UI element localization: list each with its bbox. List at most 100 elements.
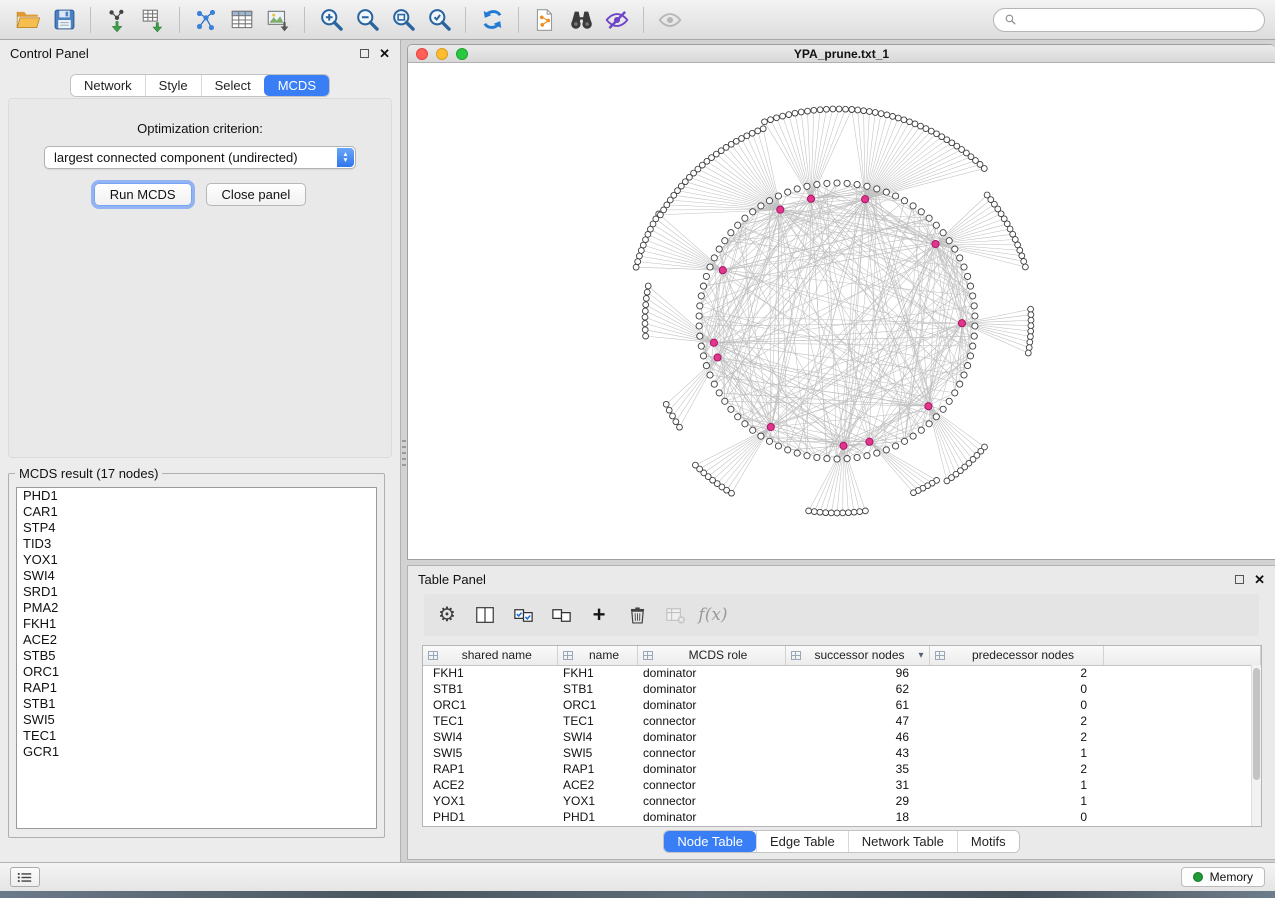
table-cell[interactable]: YOX1 — [423, 793, 557, 809]
table-row[interactable]: STB1STB1dominator620 — [423, 681, 1261, 697]
export-network-button[interactable] — [527, 4, 563, 36]
column-header-shared-name[interactable]: shared name — [423, 646, 557, 665]
column-header-predecessor-nodes[interactable]: predecessor nodes — [929, 646, 1103, 665]
table-cell[interactable]: 31 — [785, 777, 929, 793]
mcds-result-item[interactable]: STP4 — [17, 520, 376, 536]
table-cell[interactable]: 18 — [785, 809, 929, 825]
column-header-successor-nodes[interactable]: successor nodes▾ — [785, 646, 929, 665]
table-cell[interactable]: SWI5 — [423, 745, 557, 761]
table-cell[interactable]: ORC1 — [557, 697, 637, 713]
mcds-result-item[interactable]: SWI5 — [17, 712, 376, 728]
close-panel-button[interactable]: Close panel — [206, 183, 307, 206]
import-network-button[interactable] — [99, 4, 135, 36]
mcds-result-item[interactable]: ORC1 — [17, 664, 376, 680]
zoom-out-button[interactable] — [349, 4, 385, 36]
new-network-button[interactable] — [188, 4, 224, 36]
table-cell[interactable]: connector — [637, 777, 785, 793]
table-cell[interactable]: RAP1 — [423, 761, 557, 777]
table-scrollbar[interactable] — [1251, 665, 1261, 826]
table-row[interactable]: PHD1PHD1dominator180 — [423, 809, 1261, 825]
export-image-button[interactable] — [260, 4, 296, 36]
float-panel-icon[interactable] — [360, 49, 369, 58]
table-cell[interactable]: SWI4 — [557, 729, 637, 745]
mcds-result-item[interactable]: SWI4 — [17, 568, 376, 584]
mcds-result-item[interactable]: YOX1 — [17, 552, 376, 568]
table-cell[interactable]: dominator — [637, 761, 785, 777]
mcds-result-list[interactable]: PHD1CAR1STP4TID3YOX1SWI4SRD1PMA2FKH1ACE2… — [16, 487, 377, 829]
open-session-button[interactable] — [10, 4, 46, 36]
table-cell[interactable]: STB1 — [557, 681, 637, 697]
table-cell[interactable]: 47 — [785, 713, 929, 729]
tab-node-table[interactable]: Node Table — [664, 831, 756, 852]
panel-toggle-button[interactable] — [10, 867, 40, 887]
table-cell[interactable]: 43 — [785, 745, 929, 761]
table-cell[interactable]: 1 — [929, 745, 1103, 761]
table-cell[interactable]: 62 — [785, 681, 929, 697]
table-cell[interactable]: ORC1 — [423, 697, 557, 713]
table-cell[interactable]: TEC1 — [557, 713, 637, 729]
memory-button[interactable]: Memory — [1181, 867, 1265, 887]
create-column-button[interactable]: + — [584, 599, 614, 631]
zoom-fit-button[interactable] — [385, 4, 421, 36]
mcds-result-item[interactable]: PHD1 — [17, 488, 376, 504]
close-table-panel-icon[interactable]: ✕ — [1254, 573, 1265, 586]
table-cell[interactable]: dominator — [637, 729, 785, 745]
tab-select[interactable]: Select — [201, 75, 264, 96]
table-cell[interactable]: ACE2 — [557, 777, 637, 793]
table-cell[interactable]: 1 — [929, 777, 1103, 793]
save-session-button[interactable] — [46, 4, 82, 36]
tab-network[interactable]: Network — [71, 75, 145, 96]
table-row[interactable]: YOX1YOX1connector291 — [423, 793, 1261, 809]
refresh-layout-button[interactable] — [474, 4, 510, 36]
table-cell[interactable]: 2 — [929, 761, 1103, 777]
table-cell[interactable]: FKH1 — [557, 665, 637, 681]
mcds-result-item[interactable]: FKH1 — [17, 616, 376, 632]
float-table-panel-icon[interactable] — [1235, 575, 1244, 584]
table-cell[interactable]: FKH1 — [423, 665, 557, 681]
table-cell[interactable]: 46 — [785, 729, 929, 745]
table-cell[interactable]: dominator — [637, 697, 785, 713]
table-cell[interactable]: dominator — [637, 809, 785, 825]
table-cell[interactable]: 2 — [929, 729, 1103, 745]
scrollbar-thumb[interactable] — [1253, 668, 1260, 780]
table-row[interactable]: ACE2ACE2connector311 — [423, 777, 1261, 793]
unselect-all-columns-button[interactable] — [546, 599, 576, 631]
network-graph[interactable] — [408, 63, 1275, 560]
table-settings-button[interactable]: ⚙ — [432, 599, 462, 631]
mcds-result-item[interactable]: RAP1 — [17, 680, 376, 696]
tab-style[interactable]: Style — [145, 75, 201, 96]
close-control-panel-icon[interactable]: ✕ — [379, 47, 390, 60]
table-cell[interactable]: 61 — [785, 697, 929, 713]
table-cell[interactable]: 0 — [929, 809, 1103, 825]
select-all-columns-button[interactable] — [508, 599, 538, 631]
mcds-result-item[interactable]: ACE2 — [17, 632, 376, 648]
table-cell[interactable]: 0 — [929, 681, 1103, 697]
table-row[interactable]: ORC1ORC1dominator610 — [423, 697, 1261, 713]
table-cell[interactable]: 0 — [929, 697, 1103, 713]
table-cell[interactable]: RAP1 — [557, 761, 637, 777]
table-cell[interactable]: 1 — [929, 793, 1103, 809]
table-cell[interactable]: 2 — [929, 713, 1103, 729]
new-table-button[interactable] — [224, 4, 260, 36]
table-cell[interactable]: SWI4 — [423, 729, 557, 745]
run-mcds-button[interactable]: Run MCDS — [94, 183, 192, 206]
find-button[interactable] — [563, 4, 599, 36]
table-cell[interactable]: 2 — [929, 665, 1103, 681]
table-row[interactable]: TEC1TEC1connector472 — [423, 713, 1261, 729]
zoom-in-button[interactable] — [313, 4, 349, 36]
tab-motifs[interactable]: Motifs — [957, 831, 1019, 852]
table-cell[interactable]: STB1 — [423, 681, 557, 697]
table-cell[interactable]: connector — [637, 745, 785, 761]
mcds-result-item[interactable]: STB5 — [17, 648, 376, 664]
hide-details-button[interactable] — [599, 4, 635, 36]
column-header-name[interactable]: name — [557, 646, 637, 665]
table-cell[interactable]: 35 — [785, 761, 929, 777]
network-canvas[interactable] — [408, 63, 1275, 560]
mcds-result-item[interactable]: PMA2 — [17, 600, 376, 616]
mcds-result-item[interactable]: TEC1 — [17, 728, 376, 744]
mcds-result-item[interactable]: CAR1 — [17, 504, 376, 520]
tab-mcds[interactable]: MCDS — [264, 75, 329, 96]
zoom-selected-button[interactable] — [421, 4, 457, 36]
table-row[interactable]: SWI4SWI4dominator462 — [423, 729, 1261, 745]
table-row[interactable]: FKH1FKH1dominator962 — [423, 665, 1261, 681]
